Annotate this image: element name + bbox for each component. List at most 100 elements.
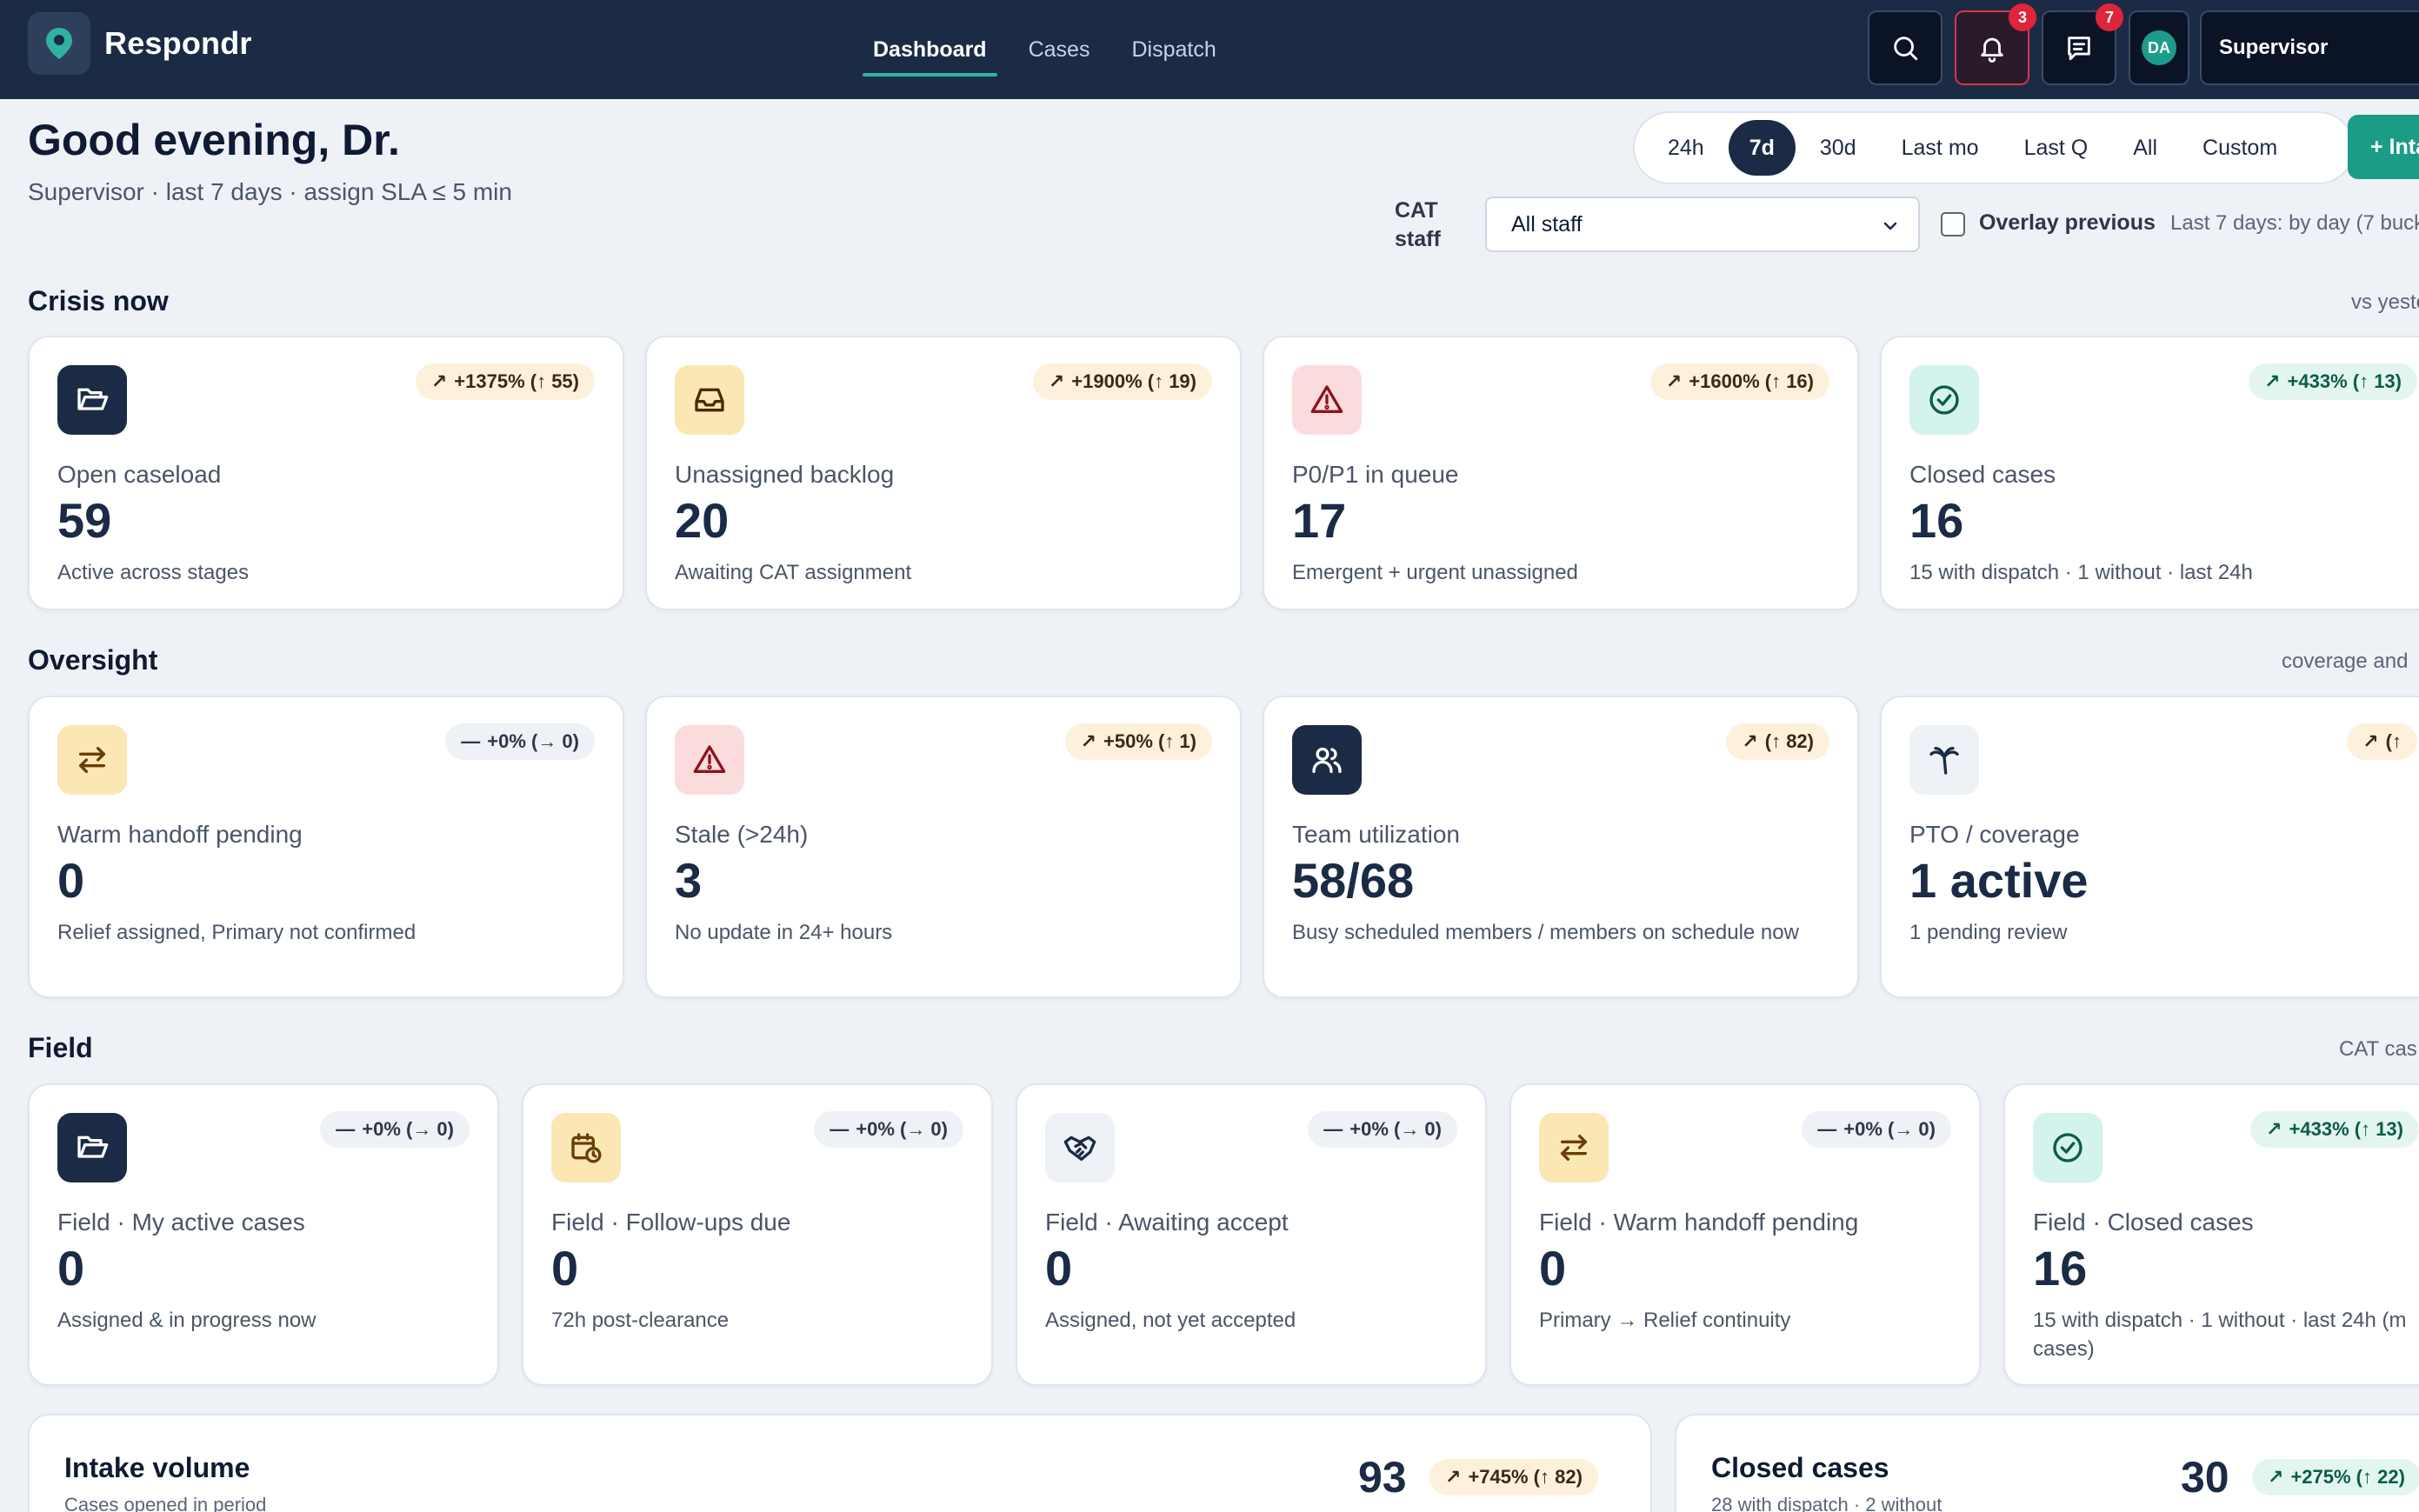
card-note: Assigned & in progress now [57, 1309, 317, 1332]
card-field-warm-handoff[interactable]: — +0% (→ 0) Field · Warm handoff pending … [1509, 1083, 1981, 1386]
section-oversight-title: Oversight [28, 644, 158, 676]
range-custom[interactable]: Custom [2182, 120, 2298, 176]
delta-badge: ↗ +1600% (↑ 16) [1649, 363, 1829, 400]
palm-tree-icon [1909, 725, 1979, 795]
card-value: 0 [57, 1241, 85, 1296]
card-value: 3 [675, 853, 703, 908]
overlay-previous-checkbox[interactable] [1941, 212, 1965, 236]
section-oversight-note: coverage and [2282, 649, 2409, 673]
folder-open-icon [57, 1113, 127, 1182]
role-select[interactable]: Supervisor [2200, 10, 2419, 85]
card-value: 17 [1292, 493, 1347, 548]
card-label: Warm handoff pending [57, 821, 303, 848]
check-circle-icon [1909, 365, 1979, 435]
new-intake-button[interactable]: + Intake [2348, 115, 2419, 179]
card-value: 0 [57, 853, 85, 908]
card-note: Relief assigned, Primary not confirmed [57, 921, 416, 944]
search-button[interactable] [1868, 10, 1943, 85]
top-navbar: Respondr Dashboard Cases Dispatch 3 7 DA… [0, 0, 2419, 99]
arrow-up-right-icon: ↗ [2264, 370, 2281, 392]
bell-icon [1981, 37, 2003, 63]
main-nav: Dashboard Cases Dispatch [863, 0, 1258, 99]
card-open-caseload[interactable]: ↗ +1375% (↑ 55) Open caseload 59 Active a… [28, 336, 624, 610]
overlay-previous-label[interactable]: Overlay previous [1979, 210, 2156, 236]
panel-subtitle: 28 with dispatch · 2 without [1711, 1494, 1943, 1512]
panel-intake-volume[interactable]: Intake volume Cases opened in period 93 … [28, 1414, 1652, 1512]
card-note: No update in 24+ hours [675, 921, 893, 944]
card-value: 16 [1909, 493, 1964, 548]
notifications-button[interactable]: 3 [1955, 3, 2036, 85]
card-p0-p1-queue[interactable]: ↗ +1600% (↑ 16) P0/P1 in queue 17 Emergen… [1263, 336, 1859, 610]
handshake-icon [1045, 1113, 1115, 1182]
card-field-follow-ups[interactable]: — +0% (→ 0) Field · Follow-ups due 0 72h … [522, 1083, 993, 1386]
range-7d[interactable]: 7d [1728, 120, 1796, 176]
card-value: 1 active [1909, 853, 2089, 908]
card-note: Awaiting CAT assignment [675, 561, 912, 584]
nav-dashboard[interactable]: Dashboard [863, 0, 997, 99]
card-note: 15 with dispatch · 1 without · last 24h … [2033, 1309, 2407, 1361]
swap-icon [1539, 1113, 1609, 1182]
card-value: 16 [2033, 1241, 2088, 1296]
messages-button[interactable]: 7 [2042, 3, 2123, 85]
range-all[interactable]: All [2112, 120, 2178, 176]
card-field-active-cases[interactable]: — +0% (→ 0) Field · My active cases 0 Ass… [28, 1083, 499, 1386]
delta-badge: ↗ +275% (↑ 22) [2252, 1459, 2419, 1495]
card-label: P0/P1 in queue [1292, 461, 1459, 488]
delta-badge: ↗ (↑ 82) [1726, 723, 1829, 760]
avatar: DA [2142, 30, 2176, 65]
folder-open-icon [57, 365, 127, 435]
card-note: 72h post-clearance [551, 1309, 730, 1332]
card-pto-coverage[interactable]: ↗ (↑ PTO / coverage 1 active 1 pending re… [1880, 696, 2419, 998]
chevron-down-icon [1883, 222, 1897, 230]
card-label: Field · Follow-ups due [551, 1209, 791, 1236]
card-value: 59 [57, 493, 112, 548]
card-label: Team utilization [1292, 821, 1460, 848]
arrow-up-right-icon: ↗ [2266, 1118, 2282, 1140]
card-field-closed-cases[interactable]: ↗ +433% (↑ 13) Field · Closed cases 16 15… [2003, 1083, 2419, 1386]
card-stale[interactable]: ↗ +50% (↑ 1) Stale (>24h) 3 No update in … [645, 696, 1242, 998]
range-selector: 24h 7d 30d Last mo Last Q All Custom [1633, 111, 2355, 184]
delta-badge: ↗ +1375% (↑ 55) [415, 363, 595, 400]
card-note: 1 pending review [1909, 921, 2068, 944]
panel-title: Closed cases [1711, 1452, 1889, 1483]
card-unassigned-backlog[interactable]: ↗ +1900% (↑ 19) Unassigned backlog 20 Awa… [645, 336, 1242, 610]
avatar-button[interactable]: DA [2129, 10, 2189, 85]
card-label: Open caseload [57, 461, 222, 488]
inbox-icon [675, 365, 744, 435]
dash-icon: — [1323, 1118, 1343, 1140]
delta-badge: ↗ +50% (↑ 1) [1064, 723, 1212, 760]
range-30d[interactable]: 30d [1799, 120, 1877, 176]
nav-cases[interactable]: Cases [1029, 0, 1090, 99]
range-last-month[interactable]: Last mo [1881, 120, 2000, 176]
staff-filter-value: All staff [1511, 211, 1583, 236]
delta-badge: ↗ +745% (↑ 82) [1429, 1459, 1598, 1495]
card-note: 15 with dispatch · 1 without · last 24h [1909, 561, 2253, 584]
card-label: Closed cases [1909, 461, 2056, 488]
range-24h[interactable]: 24h [1647, 120, 1725, 176]
delta-badge: ↗ +433% (↑ 13) [2249, 363, 2417, 400]
card-team-utilization[interactable]: ↗ (↑ 82) Team utilization 58/68 Busy sche… [1263, 696, 1859, 998]
warning-icon [1292, 365, 1362, 435]
brand[interactable]: Respondr [28, 12, 252, 75]
nav-dispatch[interactable]: Dispatch [1131, 0, 1216, 99]
staff-filter-label: CAT staff [1395, 198, 1441, 251]
dash-icon: — [1817, 1118, 1837, 1140]
section-field-note: CAT cas [2339, 1037, 2417, 1061]
delta-badge: ↗ +1900% (↑ 19) [1032, 363, 1212, 400]
range-last-quarter[interactable]: Last Q [2003, 120, 2109, 176]
panel-closed-cases[interactable]: Closed cases 28 with dispatch · 2 withou… [1675, 1414, 2419, 1512]
page-subtitle: Supervisor · last 7 days · assign SLA ≤ … [28, 178, 512, 205]
card-value: 20 [675, 493, 730, 548]
check-circle-icon [2033, 1113, 2102, 1182]
card-note: Assigned, not yet accepted [1045, 1309, 1296, 1332]
arrow-up-right-icon: ↗ [1445, 1466, 1462, 1488]
swap-icon [57, 725, 127, 795]
dash-icon: — [461, 730, 481, 752]
card-warm-handoff[interactable]: — +0% (→ 0) Warm handoff pending 0 Relief… [28, 696, 624, 998]
card-closed-cases[interactable]: ↗ +433% (↑ 13) Closed cases 16 15 with di… [1880, 336, 2419, 610]
message-icon [2068, 37, 2090, 61]
card-field-awaiting-accept[interactable]: — +0% (→ 0) Field · Awaiting accept 0 Ass… [1016, 1083, 1487, 1386]
bucket-description: Last 7 days: by day (7 buckets) [2170, 211, 2419, 235]
staff-filter-select[interactable]: All staff [1485, 196, 1920, 252]
brand-name: Respondr [104, 25, 252, 61]
